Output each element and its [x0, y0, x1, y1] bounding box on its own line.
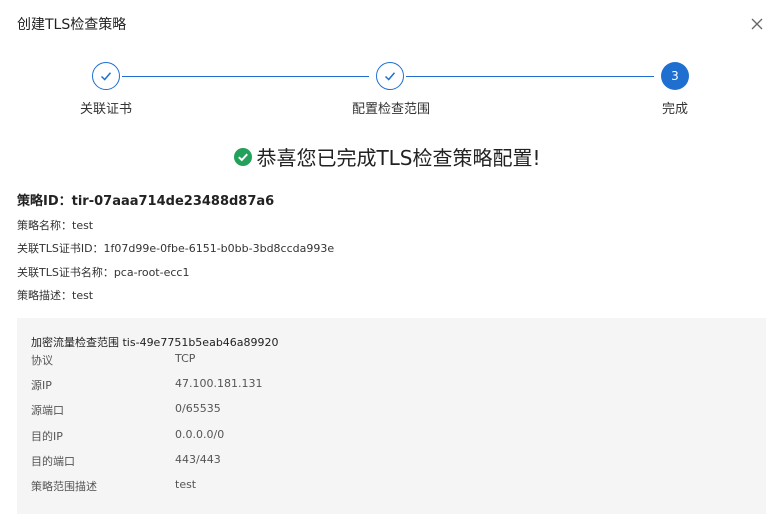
scope-title: 加密流量检查范围 tis-49e7751b5eab46a89920: [31, 336, 279, 349]
scope-value-dest-port: 443/443: [175, 453, 221, 466]
scope-panel: 加密流量检查范围 tis-49e7751b5eab46a89920 协议 TCP…: [17, 318, 766, 514]
scope-key-dest-ip: 目的IP: [31, 430, 63, 443]
step-3-number: 3: [671, 69, 679, 83]
scope-key-protocol: 协议: [31, 354, 53, 367]
scope-key-description: 策略范围描述: [31, 480, 97, 493]
check-circle-icon: [234, 147, 253, 166]
step-connector: [122, 76, 369, 77]
policy-name: 策略名称：test: [17, 219, 94, 232]
scope-value-protocol: TCP: [175, 352, 196, 365]
step-2-label: 配置检查范围: [351, 102, 431, 117]
success-text: 恭喜您已完成TLS检查策略配置!: [256, 146, 541, 170]
step-2-done: [376, 62, 404, 90]
cert-name: 关联TLS证书名称：pca-root-ecc1: [17, 266, 190, 279]
scope-key-source-ip: 源IP: [31, 379, 52, 392]
policy-description: 策略描述：test: [17, 289, 94, 302]
cert-id: 关联TLS证书ID：1f07d99e-0fbe-6151-b0bb-3bd8cc…: [17, 242, 335, 255]
scope-key-source-port: 源端口: [31, 404, 64, 417]
step-connector: [406, 76, 654, 77]
dialog-title: 创建TLS检查策略: [17, 17, 127, 33]
scope-value-dest-ip: 0.0.0.0/0: [175, 428, 225, 441]
step-1-label: 关联证书: [79, 102, 133, 117]
step-3-label: 完成: [661, 102, 689, 117]
step-indicator: 3 关联证书 配置检查范围 完成: [0, 60, 775, 120]
policy-id: 策略ID：tir-07aaa714de23488d87a6: [17, 194, 275, 209]
scope-value-source-port: 0/65535: [175, 402, 221, 415]
scope-value-source-ip: 47.100.181.131: [175, 377, 263, 390]
step-3-active: 3: [661, 62, 689, 90]
scope-value-description: test: [175, 478, 197, 491]
step-1-done: [92, 62, 120, 90]
check-icon: [384, 72, 396, 81]
close-icon[interactable]: [750, 17, 764, 31]
success-message: 恭喜您已完成TLS检查策略配置!: [0, 142, 775, 171]
scope-key-dest-port: 目的端口: [31, 455, 75, 468]
check-icon: [100, 72, 112, 81]
